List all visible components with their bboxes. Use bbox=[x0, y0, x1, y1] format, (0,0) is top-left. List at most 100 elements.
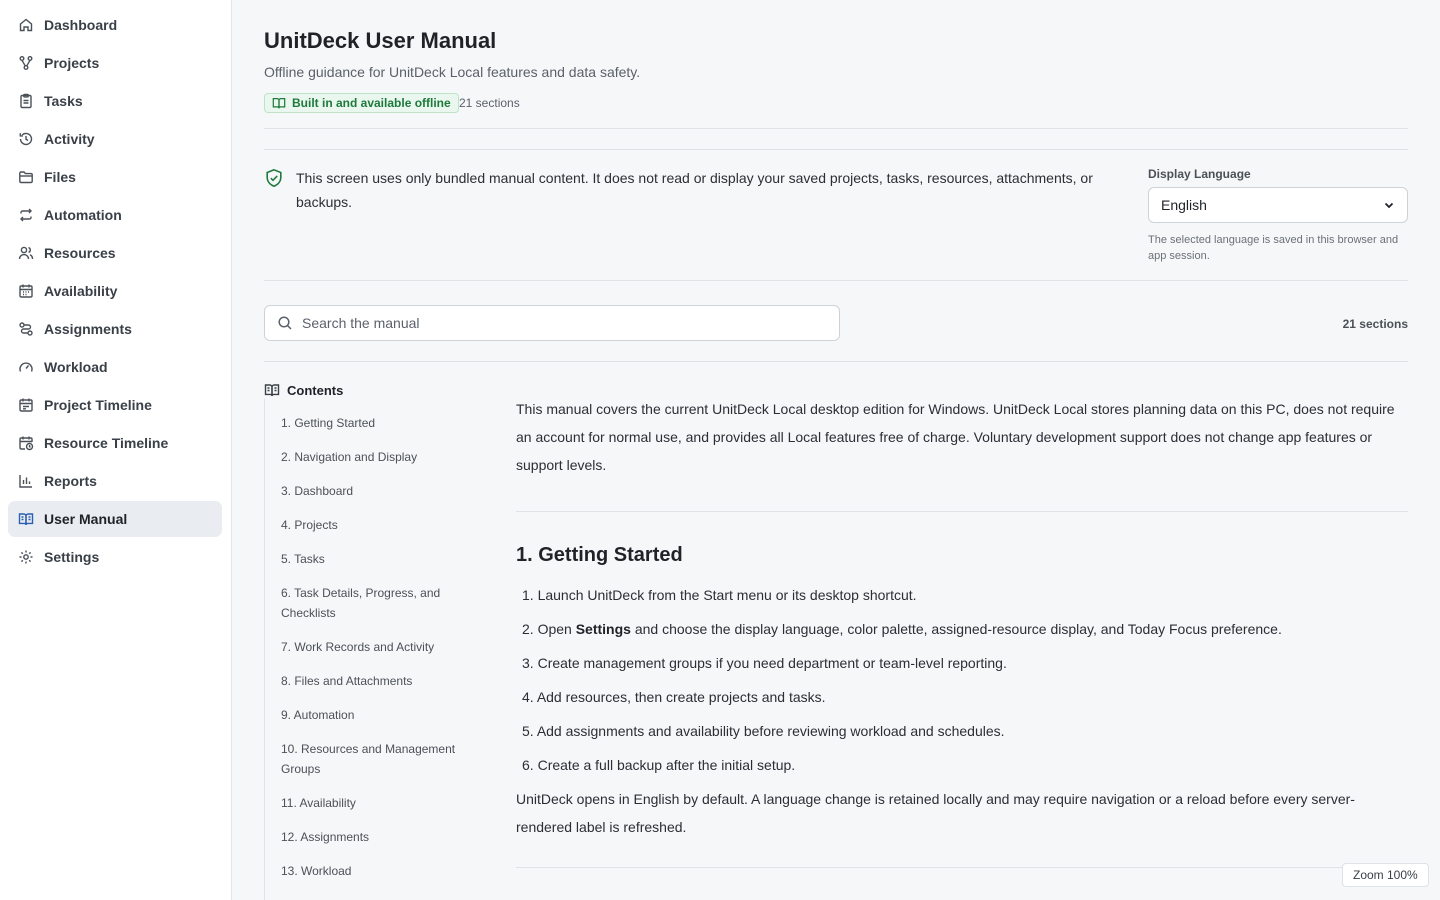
divider bbox=[264, 361, 1408, 362]
toc-item[interactable]: 13. Workload bbox=[281, 861, 471, 881]
zoom-indicator[interactable]: Zoom 100% bbox=[1342, 863, 1429, 887]
gear-icon bbox=[18, 549, 34, 565]
section-count: 21 sections bbox=[459, 96, 520, 110]
language-hint: The selected language is saved in this b… bbox=[1148, 234, 1399, 262]
sidebar-item-label: Automation bbox=[44, 207, 122, 223]
gauge-icon bbox=[18, 359, 34, 375]
repeat-icon bbox=[18, 207, 34, 223]
sidebar-item-label: Availability bbox=[44, 283, 118, 299]
folder-icon bbox=[18, 169, 34, 185]
book-open-icon bbox=[18, 511, 34, 527]
sidebar-item-label: Files bbox=[44, 169, 76, 185]
projects-icon bbox=[18, 55, 34, 71]
book-open-icon bbox=[264, 382, 280, 398]
settings-reference: Settings bbox=[575, 621, 631, 637]
offline-badge: Built in and available offline bbox=[264, 93, 459, 113]
sidebar-item-files[interactable]: Files bbox=[8, 159, 222, 195]
sidebar-item-activity[interactable]: Activity bbox=[8, 121, 222, 157]
sidebar-item-label: Resources bbox=[44, 245, 116, 261]
history-icon bbox=[18, 131, 34, 147]
search-icon bbox=[277, 315, 293, 331]
sidebar-item-availability[interactable]: Availability bbox=[8, 273, 222, 309]
sidebar-item-assignments[interactable]: Assignments bbox=[8, 311, 222, 347]
manual-paragraph: UnitDeck opens in English by default. A … bbox=[516, 791, 1355, 835]
sidebar-item-projects[interactable]: Projects bbox=[8, 45, 222, 81]
sidebar-item-settings[interactable]: Settings bbox=[8, 539, 222, 575]
users-icon bbox=[18, 245, 34, 261]
sidebar-item-dashboard[interactable]: Dashboard bbox=[8, 7, 222, 43]
calendar-clock-icon bbox=[18, 435, 34, 451]
sidebar-item-label: Workload bbox=[44, 359, 108, 375]
toc-item[interactable]: 10. Resources and Management Groups bbox=[281, 739, 471, 779]
manual-content: This manual covers the current UnitDeck … bbox=[516, 395, 1408, 868]
sidebar-item-label: Projects bbox=[44, 55, 100, 71]
toc-item[interactable]: 9. Automation bbox=[281, 705, 471, 725]
sidebar: Dashboard Projects Tasks Activity Files … bbox=[0, 0, 232, 900]
sidebar-item-tasks[interactable]: Tasks bbox=[8, 83, 222, 119]
divider bbox=[516, 867, 1408, 868]
toc-item[interactable]: 4. Projects bbox=[281, 515, 471, 535]
privacy-notice: This screen uses only bundled manual con… bbox=[264, 166, 1094, 214]
step-item: 5. Add assignments and availability befo… bbox=[522, 723, 1005, 739]
language-label: Display Language bbox=[1148, 167, 1251, 181]
toc-item[interactable]: 1. Getting Started bbox=[281, 413, 471, 433]
step-item: 3. Create management groups if you need … bbox=[522, 655, 1007, 671]
language-select-value: English bbox=[1161, 197, 1207, 213]
divider bbox=[516, 511, 1408, 512]
sidebar-item-workload[interactable]: Workload bbox=[8, 349, 222, 385]
page-subtitle: Offline guidance for UnitDeck Local feat… bbox=[264, 64, 641, 80]
sidebar-item-label: Assignments bbox=[44, 321, 132, 337]
calendar-range-icon bbox=[18, 397, 34, 413]
page-title: UnitDeck User Manual bbox=[264, 28, 497, 53]
sidebar-item-project-timeline[interactable]: Project Timeline bbox=[8, 387, 222, 423]
toc-item[interactable]: 12. Assignments bbox=[281, 827, 471, 847]
sidebar-item-resources[interactable]: Resources bbox=[8, 235, 222, 271]
manual-intro: This manual covers the current UnitDeck … bbox=[516, 401, 1395, 473]
offline-badge-label: Built in and available offline bbox=[292, 96, 451, 110]
section-heading: 1. Getting Started bbox=[516, 544, 683, 566]
search-input[interactable] bbox=[302, 315, 822, 331]
toc-item[interactable]: 8. Files and Attachments bbox=[281, 671, 471, 691]
divider bbox=[264, 149, 1408, 150]
privacy-notice-text: This screen uses only bundled manual con… bbox=[296, 170, 1093, 210]
sidebar-item-label: Tasks bbox=[44, 93, 83, 109]
sidebar-item-resource-timeline[interactable]: Resource Timeline bbox=[8, 425, 222, 461]
calendar-icon bbox=[18, 283, 34, 299]
toc-item[interactable]: 5. Tasks bbox=[281, 549, 471, 569]
toc-list: 1. Getting Started 2. Navigation and Dis… bbox=[281, 413, 471, 895]
toc-item[interactable]: 6. Task Details, Progress, and Checklist… bbox=[281, 583, 471, 623]
sidebar-item-label: Dashboard bbox=[44, 17, 118, 33]
route-icon bbox=[18, 321, 34, 337]
divider bbox=[264, 128, 1408, 129]
search-box[interactable] bbox=[264, 305, 840, 341]
sidebar-item-label: Project Timeline bbox=[44, 397, 152, 413]
toc-item[interactable]: 7. Work Records and Activity bbox=[281, 637, 471, 657]
sidebar-item-automation[interactable]: Automation bbox=[8, 197, 222, 233]
step-item: 4. Add resources, then create projects a… bbox=[522, 689, 826, 705]
language-setting: Display Language English The selected la… bbox=[1148, 167, 1408, 264]
step-item: 6. Create a full backup after the initia… bbox=[522, 757, 796, 773]
book-open-icon bbox=[272, 96, 286, 110]
toc-item[interactable]: 2. Navigation and Display bbox=[281, 447, 471, 467]
toc-item[interactable]: 3. Dashboard bbox=[281, 481, 471, 501]
table-of-contents: Contents 1. Getting Started 2. Navigatio… bbox=[264, 381, 484, 900]
divider bbox=[264, 280, 1408, 281]
chevron-down-icon bbox=[1383, 199, 1395, 211]
clipboard-icon bbox=[18, 93, 34, 109]
getting-started-steps: 1. Launch UnitDeck from the Start menu o… bbox=[516, 585, 1408, 775]
sidebar-item-label: Resource Timeline bbox=[44, 435, 169, 451]
sidebar-item-user-manual[interactable]: User Manual bbox=[8, 501, 222, 537]
bar-chart-icon bbox=[18, 473, 34, 489]
language-select[interactable]: English bbox=[1148, 187, 1408, 223]
shield-check-icon bbox=[264, 168, 284, 188]
step-item: 1. Launch UnitDeck from the Start menu o… bbox=[522, 587, 917, 603]
sidebar-item-label: Reports bbox=[44, 473, 97, 489]
sidebar-item-label: Activity bbox=[44, 131, 95, 147]
home-icon bbox=[18, 17, 34, 33]
sidebar-item-label: Settings bbox=[44, 549, 100, 565]
search-result-count: 21 sections bbox=[1342, 317, 1408, 331]
toc-heading-label: Contents bbox=[287, 382, 344, 398]
toc-heading: Contents bbox=[264, 381, 348, 399]
sidebar-item-reports[interactable]: Reports bbox=[8, 463, 222, 499]
toc-item[interactable]: 11. Availability bbox=[281, 793, 471, 813]
